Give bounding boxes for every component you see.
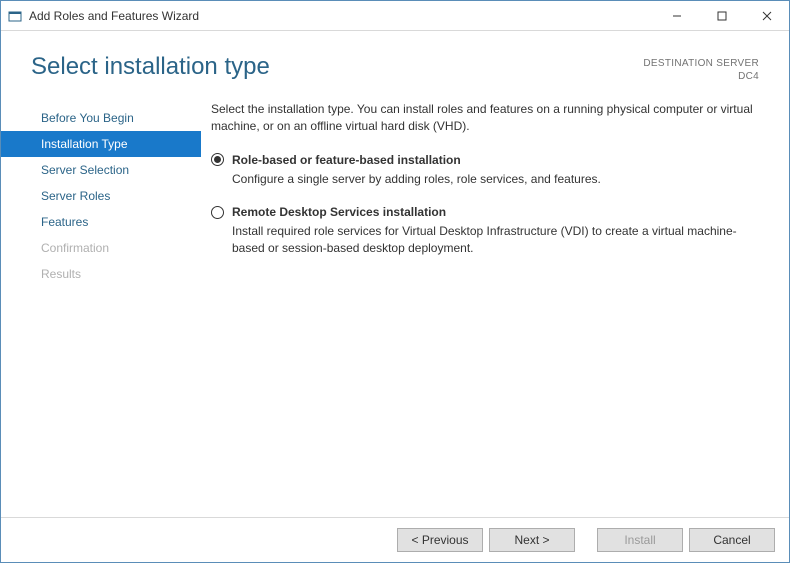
sidebar: Before You Begin Installation Type Serve… [1,101,201,517]
destination-server: DESTINATION SERVER DC4 [643,53,759,83]
destination-value: DC4 [643,70,759,83]
destination-label: DESTINATION SERVER [643,57,759,70]
option-title: Remote Desktop Services installation [232,205,446,219]
header: Select installation type DESTINATION SER… [1,31,789,93]
radio-remote-desktop[interactable] [211,206,224,219]
minimize-button[interactable] [654,2,699,30]
main-content: Select the installation type. You can in… [201,101,759,517]
wizard-body: Before You Begin Installation Type Serve… [1,93,789,517]
option-remote-desktop[interactable]: Remote Desktop Services installation Ins… [211,205,759,257]
intro-text: Select the installation type. You can in… [211,101,759,135]
cancel-button[interactable]: Cancel [689,528,775,552]
sidebar-item-features[interactable]: Features [1,209,201,235]
sidebar-item-before-you-begin[interactable]: Before You Begin [1,105,201,131]
footer: < Previous Next > Install Cancel [1,517,789,562]
radio-role-based[interactable] [211,153,224,166]
option-desc: Install required role services for Virtu… [232,223,759,257]
page-title: Select installation type [31,53,643,81]
next-button[interactable]: Next > [489,528,575,552]
install-button: Install [597,528,683,552]
window-title: Add Roles and Features Wizard [29,9,654,23]
option-desc: Configure a single server by adding role… [232,171,759,188]
sidebar-item-results: Results [1,261,201,287]
option-role-based[interactable]: Role-based or feature-based installation… [211,153,759,188]
sidebar-item-installation-type[interactable]: Installation Type [1,131,201,157]
sidebar-item-server-selection[interactable]: Server Selection [1,157,201,183]
titlebar: Add Roles and Features Wizard [1,1,789,31]
app-icon [7,8,23,24]
option-title: Role-based or feature-based installation [232,153,461,167]
maximize-button[interactable] [699,2,744,30]
close-button[interactable] [744,2,789,30]
sidebar-item-server-roles[interactable]: Server Roles [1,183,201,209]
sidebar-item-confirmation: Confirmation [1,235,201,261]
previous-button[interactable]: < Previous [397,528,483,552]
